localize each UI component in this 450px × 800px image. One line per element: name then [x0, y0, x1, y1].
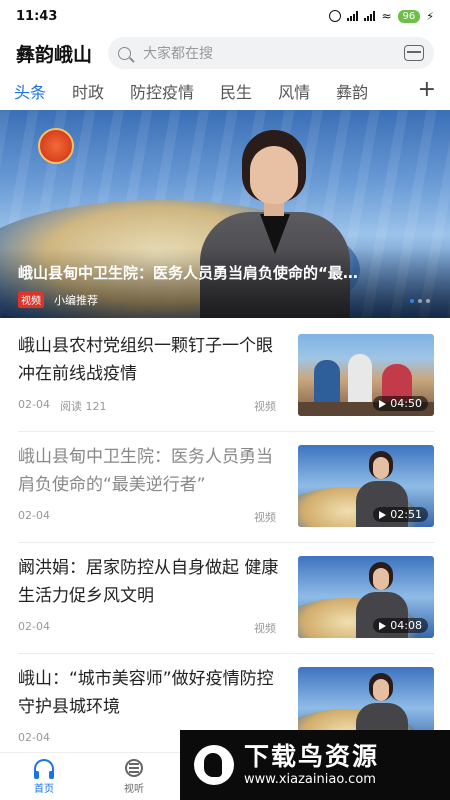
tab-headlines[interactable]: 头条	[14, 79, 46, 103]
play-icon	[379, 510, 387, 519]
news-item[interactable]: 峨山县农村党组织一颗钉子一个眼 冲在前线战疫情 02-04 阅读 121 视频 …	[18, 322, 434, 432]
news-thumbnail[interactable]: 04:08	[298, 556, 434, 638]
watermark-url: www.xiazainiao.com	[244, 772, 376, 787]
news-views: 阅读 121	[60, 400, 107, 413]
tab-yiyun[interactable]: 彝韵	[336, 79, 368, 103]
status-time: 11:43	[16, 8, 58, 24]
news-kind: 视频	[254, 400, 276, 413]
headset-icon	[34, 759, 54, 779]
news-kind: 视频	[254, 622, 276, 635]
news-title[interactable]: 峨山县农村党组织一颗钉子一个眼 冲在前线战疫情	[18, 332, 280, 388]
banner-title[interactable]: 峨山县甸中卫生院：医务人员勇当肩负使命的“最…	[18, 262, 428, 283]
divider	[18, 542, 434, 543]
app-title: 彝韵峨山	[16, 43, 93, 66]
video-tag: 视频	[18, 291, 44, 308]
add-channel-icon[interactable]: +	[418, 78, 436, 102]
status-bar: 11:43 ≈ 96 ⚡	[0, 0, 450, 32]
video-duration: 02:51	[373, 507, 428, 522]
play-icon	[379, 621, 387, 630]
nav-media[interactable]: 视听	[104, 759, 164, 795]
watermark-text: 下载鸟资源	[244, 742, 380, 771]
play-icon	[379, 399, 387, 408]
bird-logo-icon	[194, 745, 234, 785]
banner-meta: 视频 小编推荐	[18, 291, 98, 308]
charging-icon: ⚡	[426, 9, 434, 23]
search-bar[interactable]: 大家都在搜	[108, 37, 434, 69]
status-icons: ≈ 96 ⚡	[329, 9, 434, 23]
news-title[interactable]: 阚洪娟：居家防控从自身做起 健康生活力促乡风文明	[18, 554, 280, 610]
news-title[interactable]: 峨山：“城市美容师”做好疫情防控 守护县城环境	[18, 665, 280, 721]
news-item[interactable]: 峨山县甸中卫生院：医务人员勇当肩负使命的“最美逆行者” 02-04 视频 02:…	[18, 433, 434, 543]
alarm-icon	[329, 10, 342, 22]
divider	[18, 431, 434, 432]
video-duration: 04:50	[373, 396, 428, 411]
video-duration: 04:08	[373, 618, 428, 633]
signal-icon-2	[364, 11, 376, 21]
tab-politics[interactable]: 时政	[72, 79, 104, 103]
tv-icon	[125, 759, 143, 777]
watermark: 下载鸟资源 www.xiazainiao.com	[180, 730, 450, 800]
search-icon	[118, 46, 132, 60]
carousel-dot[interactable]	[418, 299, 422, 303]
search-placeholder: 大家都在搜	[143, 46, 214, 62]
tab-livelihood[interactable]: 民生	[220, 79, 252, 103]
news-kind: 视频	[254, 511, 276, 524]
nav-home[interactable]: 首页	[14, 759, 74, 795]
banner-source: 小编推荐	[54, 293, 98, 307]
carousel-dot[interactable]	[410, 299, 414, 303]
news-title[interactable]: 峨山县甸中卫生院：医务人员勇当肩负使命的“最美逆行者”	[18, 443, 280, 499]
carousel-dot[interactable]	[426, 299, 430, 303]
news-date: 02-04	[18, 398, 50, 411]
battery-icon: 96	[397, 9, 421, 23]
news-date: 02-04	[18, 731, 50, 744]
featured-banner[interactable]: 峨山县甸中卫生院：医务人员勇当肩负使命的“最… 视频 小编推荐	[0, 110, 450, 318]
divider	[18, 653, 434, 654]
news-item[interactable]: 阚洪娟：居家防控从自身做起 健康生活力促乡风文明 02-04 视频 04:08	[18, 544, 434, 654]
scan-icon[interactable]	[404, 45, 424, 61]
carousel-dots	[410, 299, 430, 303]
news-date: 02-04	[18, 620, 50, 633]
channel-tabs: 头条 时政 防控疫情 民生 风情 彝韵 +	[0, 76, 450, 106]
tab-epidemic[interactable]: 防控疫情	[130, 79, 194, 103]
signal-icon	[347, 11, 359, 21]
news-date: 02-04	[18, 509, 50, 522]
wifi-icon: ≈	[381, 9, 392, 23]
nav-label: 视听	[124, 784, 144, 795]
news-thumbnail[interactable]: 02:51	[298, 445, 434, 527]
tab-customs[interactable]: 风情	[278, 79, 310, 103]
app-header: 彝韵峨山 大家都在搜	[0, 32, 450, 74]
tabs-fade	[380, 76, 450, 106]
nav-label: 首页	[34, 784, 54, 795]
news-thumbnail[interactable]: 04:50	[298, 334, 434, 416]
station-logo-icon	[38, 128, 74, 164]
